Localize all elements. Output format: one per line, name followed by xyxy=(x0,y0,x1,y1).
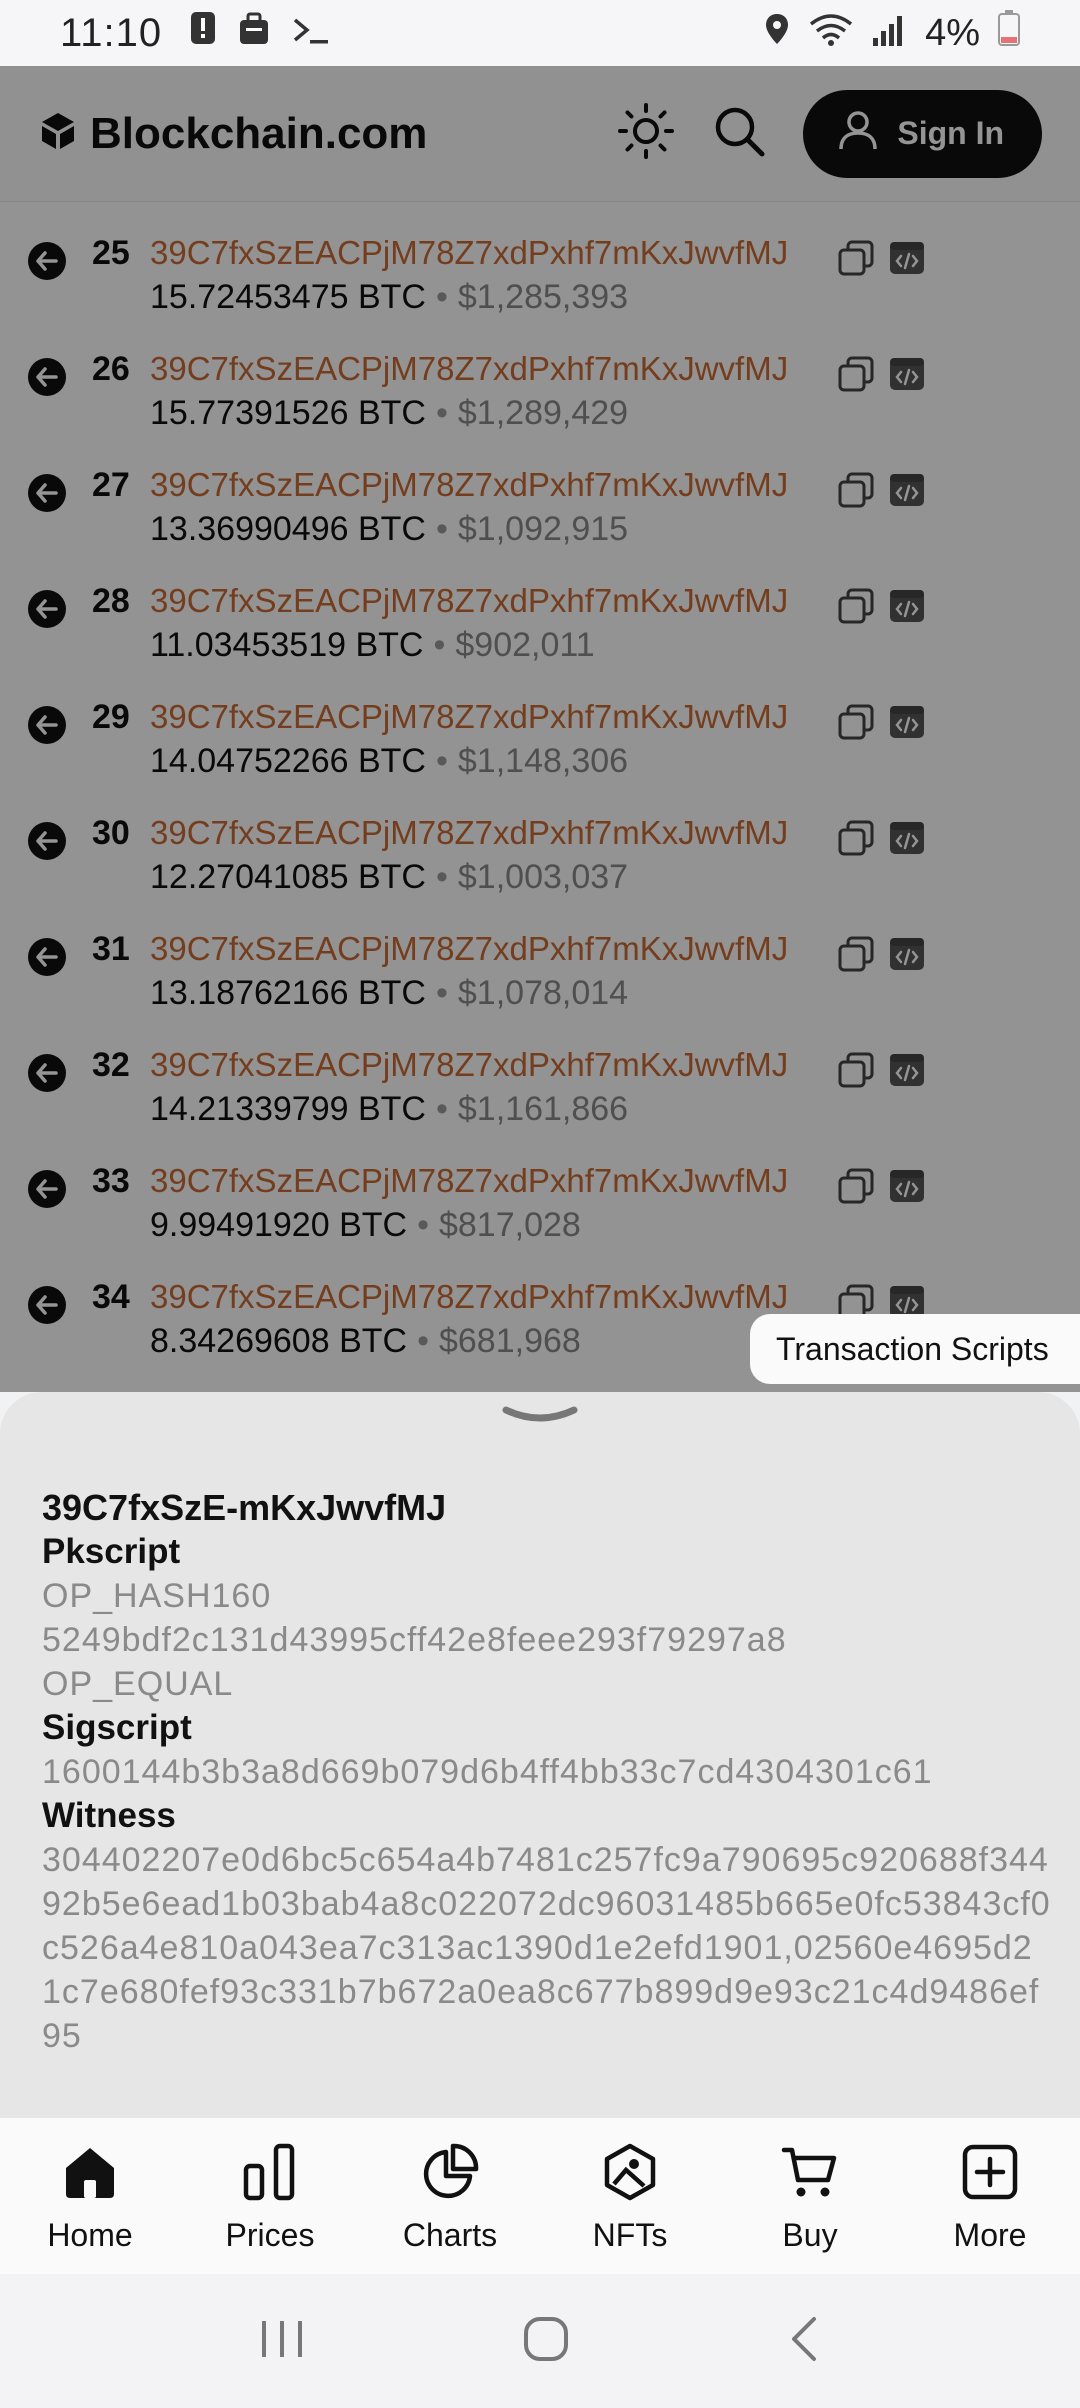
location-icon xyxy=(763,11,791,56)
battery-percent: 4% xyxy=(925,11,980,54)
nav-charts-label: Charts xyxy=(402,2217,498,2253)
back-icon[interactable] xyxy=(786,2315,822,2368)
signal-icon xyxy=(871,11,907,56)
briefcase-icon xyxy=(238,11,270,56)
plus-square-icon xyxy=(960,2142,1020,2207)
pie-chart-icon xyxy=(420,2142,480,2207)
nav-prices[interactable]: Prices xyxy=(180,2118,360,2274)
nav-prices-label: Prices xyxy=(225,2217,315,2253)
transaction-scripts-tooltip: Transaction Scripts xyxy=(750,1314,1080,1384)
home-circle-icon[interactable] xyxy=(522,2315,570,2368)
witness-value: 304402207e0d6bc5c654a4b7481c257fc9a79069… xyxy=(42,1841,1051,2055)
alert-icon xyxy=(190,10,216,56)
bottom-nav: Home Prices Charts NFTs Buy More xyxy=(0,2118,1080,2274)
status-time: 11:10 xyxy=(60,10,163,55)
nav-nfts[interactable]: NFTs xyxy=(540,2118,720,2274)
sigscript-label: Sigscript xyxy=(42,1708,192,1747)
home-icon xyxy=(60,2142,120,2207)
pkscript-label: Pkscript xyxy=(42,1532,181,1571)
nav-buy-label: Buy xyxy=(782,2217,838,2253)
nft-icon xyxy=(600,2142,660,2207)
wifi-icon xyxy=(809,11,853,56)
pkscript-line: OP_HASH160 xyxy=(42,1577,272,1615)
bar-chart-icon xyxy=(240,2142,300,2207)
sigscript-value: 1600144b3b3a8d669b079d6b4ff4bb33c7cd4304… xyxy=(42,1753,933,1791)
witness-label: Witness xyxy=(42,1796,176,1835)
system-nav-bar xyxy=(0,2274,1080,2408)
nav-buy[interactable]: Buy xyxy=(720,2118,900,2274)
sheet-title: 39C7fxSzE-mKxJwvfMJ xyxy=(42,1487,447,1528)
nav-home[interactable]: Home xyxy=(0,2118,180,2274)
pkscript-line: OP_EQUAL xyxy=(42,1665,234,1703)
pkscript-line: 5249bdf2c131d43995cff42e8feee293f79297a8 xyxy=(42,1621,787,1659)
nav-more[interactable]: More xyxy=(900,2118,1080,2274)
sheet-handle-icon[interactable] xyxy=(502,1402,578,1437)
terminal-icon xyxy=(292,11,332,56)
nav-more-label: More xyxy=(953,2217,1027,2253)
battery-icon xyxy=(998,10,1020,56)
nav-nfts-label: NFTs xyxy=(592,2217,668,2253)
modal-backdrop[interactable] xyxy=(0,66,1080,1392)
recents-icon[interactable] xyxy=(258,2317,306,2366)
nav-charts[interactable]: Charts xyxy=(360,2118,540,2274)
status-bar: 11:10 4% xyxy=(0,0,1080,66)
nav-home-label: Home xyxy=(47,2217,133,2253)
cart-icon xyxy=(780,2142,840,2207)
